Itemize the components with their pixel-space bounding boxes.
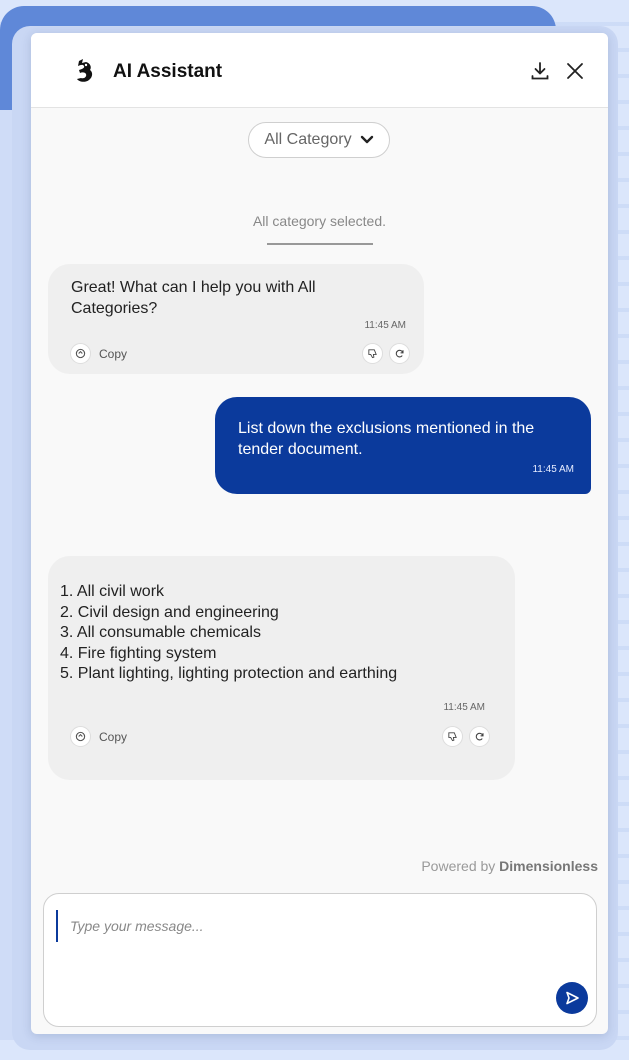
thumbs-down-icon[interactable] [362, 343, 383, 364]
copy-icon [70, 726, 91, 747]
category-dropdown[interactable]: All Category [248, 122, 390, 158]
chat-panel: AI Assistant All Category All category s… [31, 33, 608, 1034]
regenerate-icon[interactable] [389, 343, 410, 364]
message-text: List down the exclusions mentioned in th… [238, 420, 535, 458]
message-actions [442, 726, 490, 747]
copy-button[interactable]: Copy [70, 343, 127, 364]
message-time: 11:45 AM [443, 702, 485, 713]
regenerate-icon[interactable] [469, 726, 490, 747]
download-icon[interactable] [529, 60, 551, 82]
copy-label: Copy [99, 729, 128, 744]
category-label: All Category [264, 131, 352, 148]
system-note-divider [267, 243, 373, 245]
assistant-message: 1. All civil work 2. Civil design and en… [48, 556, 515, 780]
message-text: Great! What can I help you with All Cate… [71, 279, 316, 317]
system-note: All category selected. [252, 213, 387, 229]
send-button[interactable] [556, 982, 588, 1014]
rooster-logo-icon [77, 59, 93, 82]
powered-prefix: Powered by [421, 858, 496, 874]
copy-button[interactable]: Copy [70, 726, 127, 747]
powered-by: Powered by Dimensionless [421, 858, 598, 874]
message-actions [362, 343, 410, 364]
assistant-message: Great! What can I help you with All Cate… [48, 264, 424, 374]
chat-title: AI Assistant [113, 61, 223, 82]
text-caret [56, 910, 58, 942]
thumbs-down-icon[interactable] [442, 726, 463, 747]
copy-label: Copy [99, 346, 128, 361]
message-composer [43, 893, 597, 1027]
user-message: List down the exclusions mentioned in th… [215, 397, 591, 494]
copy-icon [70, 343, 91, 364]
close-icon[interactable] [564, 60, 586, 82]
message-input[interactable] [68, 912, 552, 940]
chat-header: AI Assistant [31, 33, 608, 108]
message-time: 11:45 AM [364, 320, 406, 331]
chevron-down-icon [360, 135, 373, 144]
send-icon [566, 991, 579, 1005]
message-time: 11:45 AM [532, 464, 574, 475]
message-text: 1. All civil work 2. Civil design and en… [60, 583, 398, 682]
powered-brand: Dimensionless [499, 858, 598, 874]
